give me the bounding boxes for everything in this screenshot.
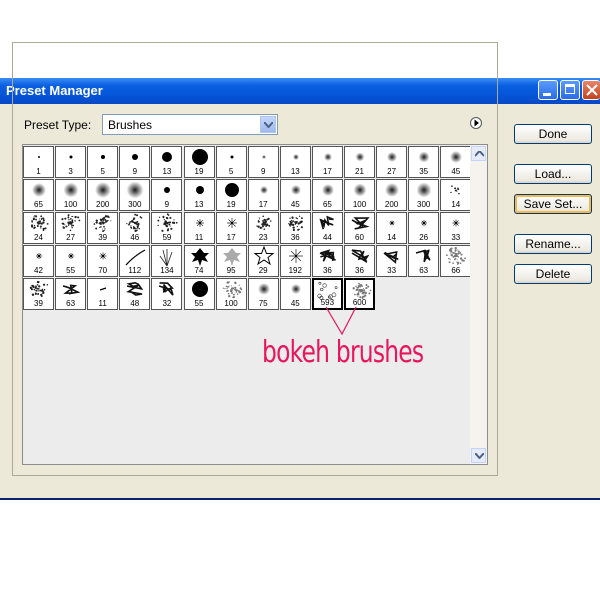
annotation-arrow: [325, 306, 357, 336]
annotation-label: bokeh brushes: [262, 335, 424, 370]
